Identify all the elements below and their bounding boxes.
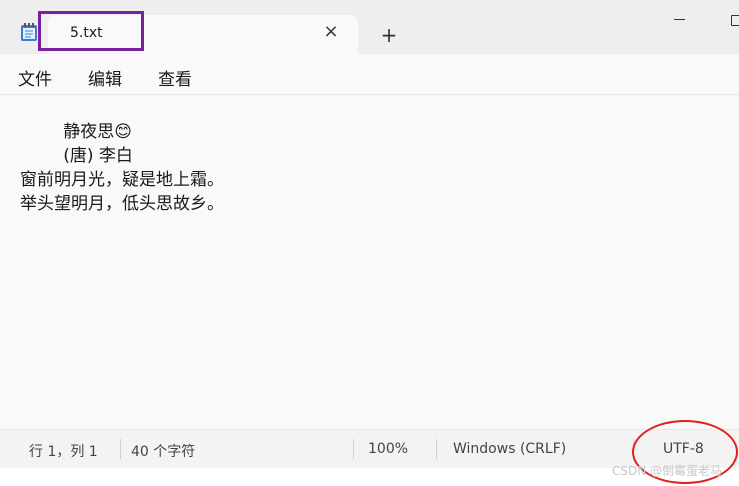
close-tab-icon[interactable]: × <box>320 21 342 43</box>
notepad-app-icon <box>20 22 38 42</box>
cursor-position: 行 1，列 1 <box>29 444 98 460</box>
text-line: 窗前明月光，疑是地上霜。 <box>20 170 224 190</box>
menu-edit[interactable]: 编辑 <box>88 65 122 90</box>
new-tab-button[interactable]: + <box>378 24 400 46</box>
menu-file[interactable]: 文件 <box>18 65 52 90</box>
text-line: 静夜思😊 <box>20 122 132 142</box>
menu-view[interactable]: 查看 <box>158 65 192 90</box>
status-divider <box>436 439 437 459</box>
purple-highlight-annotation <box>38 11 144 51</box>
watermark: CSDN @倒霉蛋老马 <box>612 464 723 478</box>
status-divider <box>353 439 354 459</box>
maximize-icon[interactable] <box>728 10 739 30</box>
zoom-level[interactable]: 100% <box>368 441 408 457</box>
status-divider <box>120 439 121 459</box>
text-editor[interactable]: 静夜思😊 (唐) 李白 窗前明月光，疑是地上霜。 举头望明月，低头思故乡。 <box>0 95 739 429</box>
minimize-icon[interactable] <box>668 10 692 30</box>
menu-bar: 文件 编辑 查看 <box>0 54 739 95</box>
text-line: 举头望明月，低头思故乡。 <box>20 194 224 214</box>
line-ending[interactable]: Windows (CRLF) <box>453 441 566 457</box>
text-line: (唐) 李白 <box>20 146 133 166</box>
character-count: 40 个字符 <box>131 444 196 460</box>
